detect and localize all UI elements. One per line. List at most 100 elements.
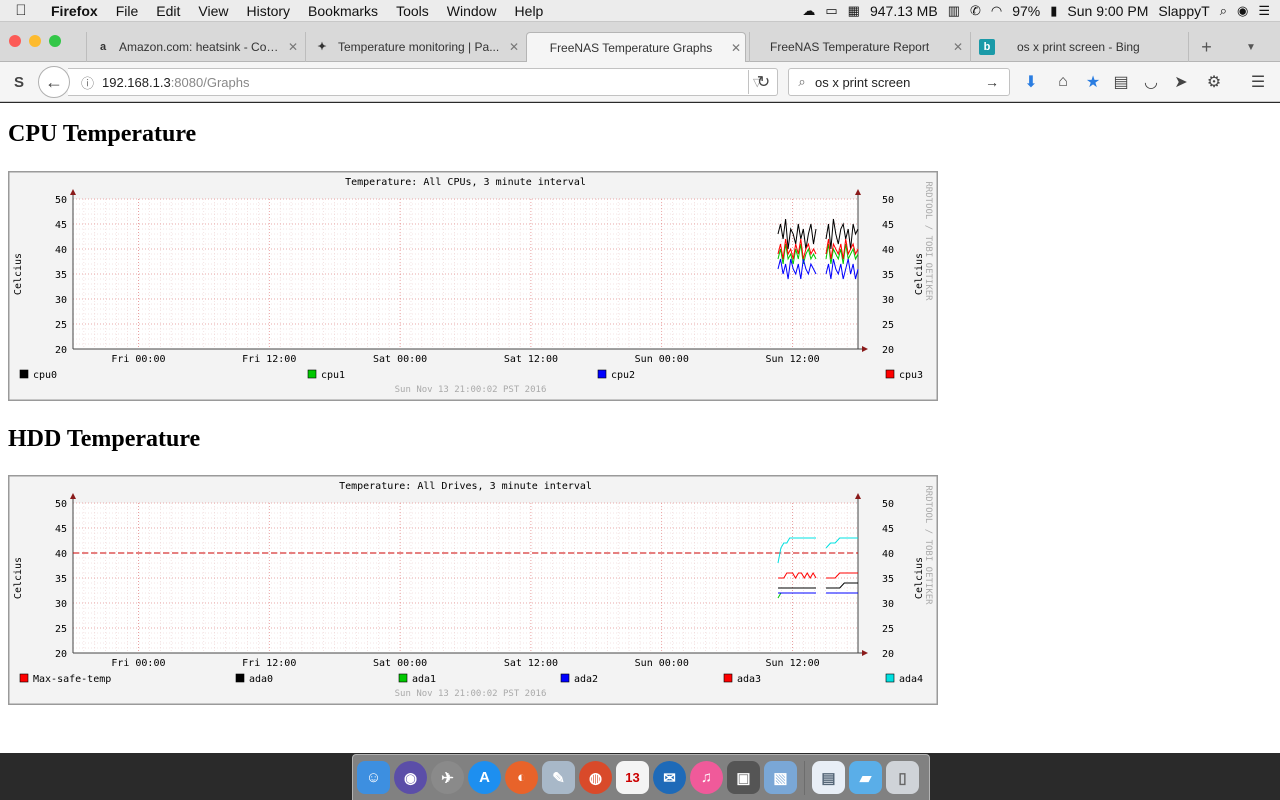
finder-icon[interactable]: ☺ [357, 761, 390, 794]
reading-list-icon[interactable]: ▤ [1110, 70, 1132, 94]
legend-label-ada2: ada2 [574, 674, 598, 685]
transmission-icon[interactable]: ◍ [579, 761, 612, 794]
tab-title: FreeNAS Temperature Report [770, 40, 930, 54]
battery-icon[interactable]: ▮ [1050, 3, 1057, 19]
tab-freenas-report[interactable]: FreeNAS Temperature Report ✕ [749, 32, 967, 62]
launchpad-icon[interactable]: ✈ [431, 761, 464, 794]
legend-swatch-cpu1 [307, 369, 317, 379]
notification-center-icon[interactable]: ☰ [1258, 3, 1270, 19]
tab-freenas-graphs[interactable]: FreeNAS Temperature Graphs ✕ [526, 32, 746, 63]
battery-percent[interactable]: 97% [1012, 3, 1040, 19]
image-capture-icon[interactable]: ▧ [764, 761, 797, 794]
extension-icon[interactable]: ⚙ [1202, 70, 1226, 94]
legend-swatch-ada3 [723, 673, 733, 683]
trash-icon[interactable]: ▯ [886, 761, 919, 794]
site-info-icon[interactable]: ⓘ [68, 73, 102, 92]
cloud-icon[interactable]: ☁ [802, 3, 815, 19]
printer-icon[interactable]: ▣ [727, 761, 760, 794]
menubar-status-area: ☁ ▭ ▦ 947.13 MB ▥ ✆ ◠ 97% ▮ Sun 9:00 PM … [802, 3, 1280, 19]
zoom-window-button[interactable] [49, 35, 61, 47]
search-bar[interactable]: ⌕ → [788, 68, 1010, 96]
menu-edit[interactable]: Edit [147, 3, 189, 19]
send-icon[interactable]: ➤ [1170, 70, 1192, 94]
tab-amazon[interactable]: a Amazon.com: heatsink - Com... ✕ [86, 32, 302, 62]
menu-file[interactable]: File [107, 3, 148, 19]
dock-separator [804, 760, 805, 795]
close-tab-icon[interactable]: ✕ [949, 40, 967, 54]
bookmark-star-icon[interactable]: ★ [1082, 70, 1104, 94]
legend-label-ada4: ada4 [899, 674, 923, 685]
legend-swatch-ada2 [560, 673, 570, 683]
downloads-icon[interactable]: ⬇ [1020, 70, 1042, 94]
y-tick-label-left: 40 [55, 245, 67, 256]
tab-title: Amazon.com: heatsink - Com... [119, 40, 284, 54]
search-go-icon[interactable]: → [980, 74, 1004, 90]
siri-dock-icon[interactable]: ◉ [394, 761, 427, 794]
url-bar[interactable]: ⓘ 192.168.1.3:8080/Graphs ▽ [68, 68, 778, 96]
tab-list-button[interactable]: ▼ [1236, 32, 1266, 62]
tab-temperature-monitoring[interactable]: ✦ Temperature monitoring | Pa... ✕ [305, 32, 523, 62]
x-tick-label: Sat 00:00 [373, 658, 427, 669]
search-input[interactable] [815, 74, 980, 90]
tab-bing[interactable]: b os x print screen - Bing [970, 32, 1184, 62]
minimize-window-button[interactable] [29, 35, 41, 47]
pocket-icon[interactable]: ◡ [1140, 70, 1162, 94]
menu-bookmarks[interactable]: Bookmarks [299, 3, 387, 19]
y-axis-label-left: Celcius [13, 253, 24, 295]
preview-icon[interactable]: ✎ [542, 761, 575, 794]
x-tick-label: Sun 00:00 [635, 658, 689, 669]
x-tick-label: Fri 00:00 [111, 354, 165, 365]
apple-menu-icon[interactable]:  [0, 2, 42, 19]
rrdtool-watermark: RRDTOOL / TOBI OETIKER [923, 181, 933, 301]
legend-swatch-ada4 [885, 673, 895, 683]
y-tick-label-right: 40 [882, 549, 894, 560]
sync-icon[interactable]: S [8, 70, 30, 94]
back-button[interactable]: ← [38, 66, 70, 98]
display-icon[interactable]: ▭ [825, 3, 837, 19]
legend-label-cpu0: cpu0 [33, 370, 57, 381]
firefox-icon[interactable]: ◐ [505, 761, 538, 794]
clock[interactable]: Sun 9:00 PM [1067, 3, 1148, 19]
wifi-icon[interactable]: ◠ [991, 3, 1002, 19]
legend-label-cpu1: cpu1 [321, 370, 345, 381]
y-tick-label-right: 40 [882, 245, 894, 256]
siri-icon[interactable]: ◉ [1237, 3, 1248, 19]
phone-icon[interactable]: ✆ [970, 3, 981, 19]
hdd-temperature-graph: 50 50 45 45 40 40 35 35 30 30 25 25 20 20 Fri 00:00 Fri… [8, 475, 938, 705]
calendar-icon[interactable]: ▥ [948, 3, 960, 19]
close-tab-icon[interactable]: ✕ [284, 40, 302, 54]
hamburger-menu-icon[interactable]: ☰ [1246, 70, 1270, 94]
menu-history[interactable]: History [237, 3, 299, 19]
spotlight-search-icon[interactable]: ⌕ [1220, 3, 1227, 19]
x-tick-label: Fri 00:00 [111, 658, 165, 669]
x-tick-label: Sun 00:00 [635, 354, 689, 365]
legend-swatch-cpu2 [597, 369, 607, 379]
y-tick-label-left: 45 [55, 220, 67, 231]
legend-swatch-cpu0 [19, 369, 29, 379]
y-tick-label-left: 25 [55, 320, 67, 331]
legend-label-Max-safe-temp: Max-safe-temp [33, 674, 111, 685]
close-window-button[interactable] [9, 35, 21, 47]
document-icon[interactable]: ▤ [812, 761, 845, 794]
calendar-dock-icon[interactable]: 13 [616, 761, 649, 794]
legend-label-ada1: ada1 [412, 674, 436, 685]
itunes-icon[interactable]: ♫ [690, 761, 723, 794]
app-store-icon[interactable]: A [468, 761, 501, 794]
legend-swatch-ada0 [235, 673, 245, 683]
reload-button[interactable]: ↻ [748, 70, 778, 94]
close-tab-icon[interactable]: ✕ [727, 41, 745, 55]
new-tab-button[interactable]: + [1188, 32, 1224, 62]
close-tab-icon[interactable]: ✕ [505, 40, 523, 54]
x-tick-label: Sat 12:00 [504, 658, 558, 669]
user-name[interactable]: SlappyT [1158, 3, 1209, 19]
memory-readout[interactable]: 947.13 MB [870, 3, 938, 19]
home-icon[interactable]: ⌂ [1052, 70, 1074, 94]
menu-window[interactable]: Window [438, 3, 506, 19]
menu-help[interactable]: Help [506, 3, 553, 19]
menu-tools[interactable]: Tools [387, 3, 438, 19]
menu-app-name[interactable]: Firefox [42, 3, 107, 19]
thunderbird-icon[interactable]: ✉ [653, 761, 686, 794]
memory-icon[interactable]: ▦ [848, 3, 860, 19]
folder-icon[interactable]: ▰ [849, 761, 882, 794]
menu-view[interactable]: View [189, 3, 237, 19]
